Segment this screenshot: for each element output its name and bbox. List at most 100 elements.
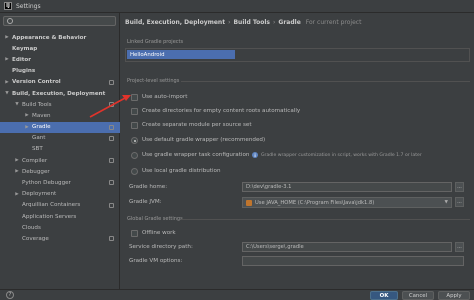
ok-button[interactable]: OK (370, 291, 398, 300)
window-title: Settings (16, 2, 41, 10)
sidebar-item-python-debugger[interactable]: Python Debugger (0, 177, 120, 188)
project-scope-icon (109, 79, 114, 85)
vm-options-field[interactable] (242, 256, 464, 266)
sidebar-item-label: Appearance & Behavior (12, 34, 87, 41)
service-directory-browse-button[interactable]: ... (455, 242, 464, 252)
sidebar-item-label: Editor (12, 56, 32, 63)
chevron-down-icon[interactable]: ▼ (14, 102, 20, 107)
chevron-right-icon[interactable]: ▶ (4, 35, 10, 40)
section-divider (181, 219, 470, 220)
local-distribution-radio[interactable] (131, 168, 138, 175)
vm-options-label: Gradle VM options: (129, 258, 183, 264)
chevron-right-icon[interactable]: ▶ (14, 192, 20, 197)
project-level-settings-label: Project-level settings (127, 78, 180, 84)
wrapper-task-hint: Gradle wrapper customization in script, … (261, 153, 422, 158)
sidebar-item-label: Arquillian Containers (22, 202, 81, 209)
chevron-right-icon[interactable]: ▶ (4, 57, 10, 62)
gradle-jvm-browse-button[interactable]: ... (455, 197, 464, 207)
gradle-home-browse-button[interactable]: ... (455, 182, 464, 192)
linked-projects-label: Linked Gradle projects (127, 39, 184, 45)
search-icon (7, 18, 13, 24)
cancel-button[interactable]: Cancel (402, 291, 434, 300)
project-scope-icon (109, 202, 114, 208)
auto-import-label: Use auto-import (142, 94, 188, 100)
help-button[interactable]: ? (6, 291, 14, 299)
sidebar-item-label: Build, Execution, Deployment (12, 90, 106, 97)
sidebar-item-keymap[interactable]: Keymap (0, 43, 120, 54)
sidebar-item-version-control[interactable]: ▶ Version Control (0, 77, 120, 88)
chevron-right-icon[interactable]: ▶ (14, 158, 20, 163)
sidebar-item-clouds[interactable]: Clouds (0, 222, 120, 233)
breadcrumb: Build, Execution, Deployment › Build Too… (125, 17, 361, 27)
default-wrapper-radio[interactable] (131, 137, 138, 144)
sidebar-item-label: Clouds (22, 224, 41, 231)
info-icon: i (252, 152, 258, 158)
project-scope-icon (109, 135, 114, 141)
default-wrapper-label: Use default gradle wrapper (recommended) (142, 137, 266, 143)
service-directory-field[interactable]: C:\Users\serge\.gradle (242, 242, 452, 252)
sidebar-item-coverage[interactable]: Coverage (0, 233, 120, 244)
project-scope-icon (109, 158, 114, 164)
sidebar-item-label: Application Servers (22, 213, 77, 220)
wrapper-task-radio[interactable] (131, 152, 138, 159)
sidebar-item-deployment[interactable]: ▶ Deployment (0, 189, 120, 200)
settings-sidebar: ▶ Appearance & Behavior Keymap ▶ Editor Plugi… (0, 13, 120, 289)
project-scope-icon (109, 180, 114, 186)
project-scope-icon (109, 102, 114, 108)
global-settings-label: Global Gradle settings (127, 216, 183, 222)
create-directories-checkbox[interactable] (131, 108, 138, 115)
sidebar-item-label: Version Control (12, 79, 61, 86)
java-icon (246, 199, 252, 206)
gradle-jvm-select[interactable]: Use JAVA_HOME (C:\Program Files\Java\jdk… (242, 197, 452, 208)
chevron-down-icon[interactable]: ▼ (4, 91, 10, 96)
breadcrumb-build-execution: Build, Execution, Deployment (125, 18, 226, 26)
create-directories-label: Create directories for empty content roo… (142, 108, 301, 114)
sidebar-item-compiler[interactable]: ▶ Compiler (0, 155, 120, 166)
sidebar-item-plugins[interactable]: Plugins (0, 66, 120, 77)
sidebar-item-label: Keymap (12, 45, 38, 52)
gradle-settings-panel: Build, Execution, Deployment › Build Too… (121, 13, 474, 289)
auto-import-checkbox[interactable] (131, 94, 138, 101)
sidebar-item-build-tools[interactable]: ▼ Build Tools (0, 99, 120, 110)
sidebar-item-label: Deployment (22, 191, 57, 198)
sidebar-item-application-servers[interactable]: Application Servers (0, 211, 120, 222)
apply-button[interactable]: Apply (438, 291, 470, 300)
chevron-right-icon[interactable]: ▶ (14, 169, 20, 174)
sidebar-item-sbt[interactable]: SBT (0, 144, 120, 155)
gradle-jvm-label: Gradle JVM: (129, 199, 162, 205)
local-distribution-label: Use local gradle distribution (142, 168, 221, 174)
sidebar-item-appearance-behavior[interactable]: ▶ Appearance & Behavior (0, 32, 120, 43)
sidebar-item-label: SBT (32, 146, 43, 153)
sidebar-item-label: Python Debugger (22, 180, 71, 187)
separate-module-checkbox[interactable] (131, 122, 138, 129)
sidebar-item-label: Debugger (22, 168, 50, 175)
section-divider (181, 81, 470, 82)
title-bar: IJ Settings (0, 0, 474, 13)
sidebar-item-build-execution-deployment[interactable]: ▼ Build, Execution, Deployment (0, 88, 120, 99)
sidebar-item-gant[interactable]: Gant (0, 133, 120, 144)
breadcrumb-separator: › (228, 18, 231, 26)
breadcrumb-separator: › (273, 18, 276, 26)
settings-tree: ▶ Appearance & Behavior Keymap ▶ Editor Plugi… (0, 32, 120, 245)
chevron-right-icon[interactable]: ▶ (4, 80, 10, 85)
dialog-footer: ? OK Cancel Apply (0, 289, 474, 300)
sidebar-item-gradle[interactable]: ▶ Gradle (0, 121, 120, 133)
settings-search-input[interactable] (3, 16, 116, 26)
sidebar-item-debugger[interactable]: ▶ Debugger (0, 166, 120, 177)
sidebar-item-label: Maven (32, 112, 51, 119)
chevron-right-icon[interactable]: ▶ (24, 113, 30, 118)
project-scope-icon (109, 236, 114, 242)
chevron-right-icon[interactable]: ▶ (24, 125, 30, 130)
sidebar-item-maven[interactable]: ▶ Maven (0, 110, 120, 121)
gradle-home-label: Gradle home: (129, 184, 168, 190)
sidebar-item-label: Compiler (22, 157, 48, 164)
service-directory-label: Service directory path: (129, 244, 193, 250)
sidebar-item-editor[interactable]: ▶ Editor (0, 54, 120, 65)
offline-work-label: Offline work (142, 230, 176, 236)
linked-project-item[interactable]: HelloAndroid (127, 50, 235, 59)
separate-module-label: Create separate module per source set (142, 122, 252, 128)
offline-work-checkbox[interactable] (131, 230, 138, 237)
gradle-jvm-value: Use JAVA_HOME (C:\Program Files\Java\jdk… (255, 199, 375, 206)
gradle-home-field[interactable]: D:\dev\gradle-3.1 (242, 182, 452, 192)
sidebar-item-arquillian-containers[interactable]: Arquillian Containers (0, 200, 120, 211)
